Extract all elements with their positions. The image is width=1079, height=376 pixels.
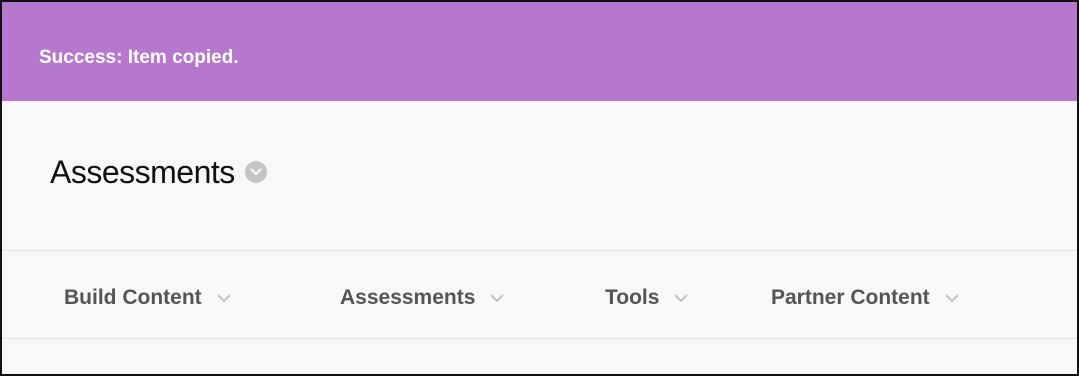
app-frame: Success: Item copied. Assessments Build … — [0, 0, 1079, 376]
page-header: Assessments — [50, 152, 267, 192]
page-title: Assessments — [50, 154, 235, 190]
assessments-label: Assessments — [340, 286, 476, 309]
chevron-down-icon — [673, 293, 689, 303]
chevron-down-icon — [489, 293, 505, 303]
chevron-down-circle-icon[interactable] — [244, 161, 267, 183]
partner-content-menu[interactable]: Partner Content — [771, 284, 960, 312]
build-content-label: Build Content — [64, 286, 202, 309]
assessments-menu[interactable]: Assessments — [340, 284, 505, 312]
tools-label: Tools — [605, 286, 660, 309]
action-bar-top-divider — [2, 250, 1077, 251]
chevron-down-icon — [216, 293, 232, 303]
chevron-down-icon — [944, 293, 960, 303]
chevron-down-icon — [250, 168, 262, 175]
partner-content-label: Partner Content — [771, 286, 930, 309]
action-bar-bottom-divider — [2, 338, 1077, 339]
success-banner: Success: Item copied. — [2, 2, 1077, 101]
tools-menu[interactable]: Tools — [605, 284, 689, 312]
success-message: Success: Item copied. — [39, 47, 239, 68]
build-content-menu[interactable]: Build Content — [64, 284, 232, 312]
